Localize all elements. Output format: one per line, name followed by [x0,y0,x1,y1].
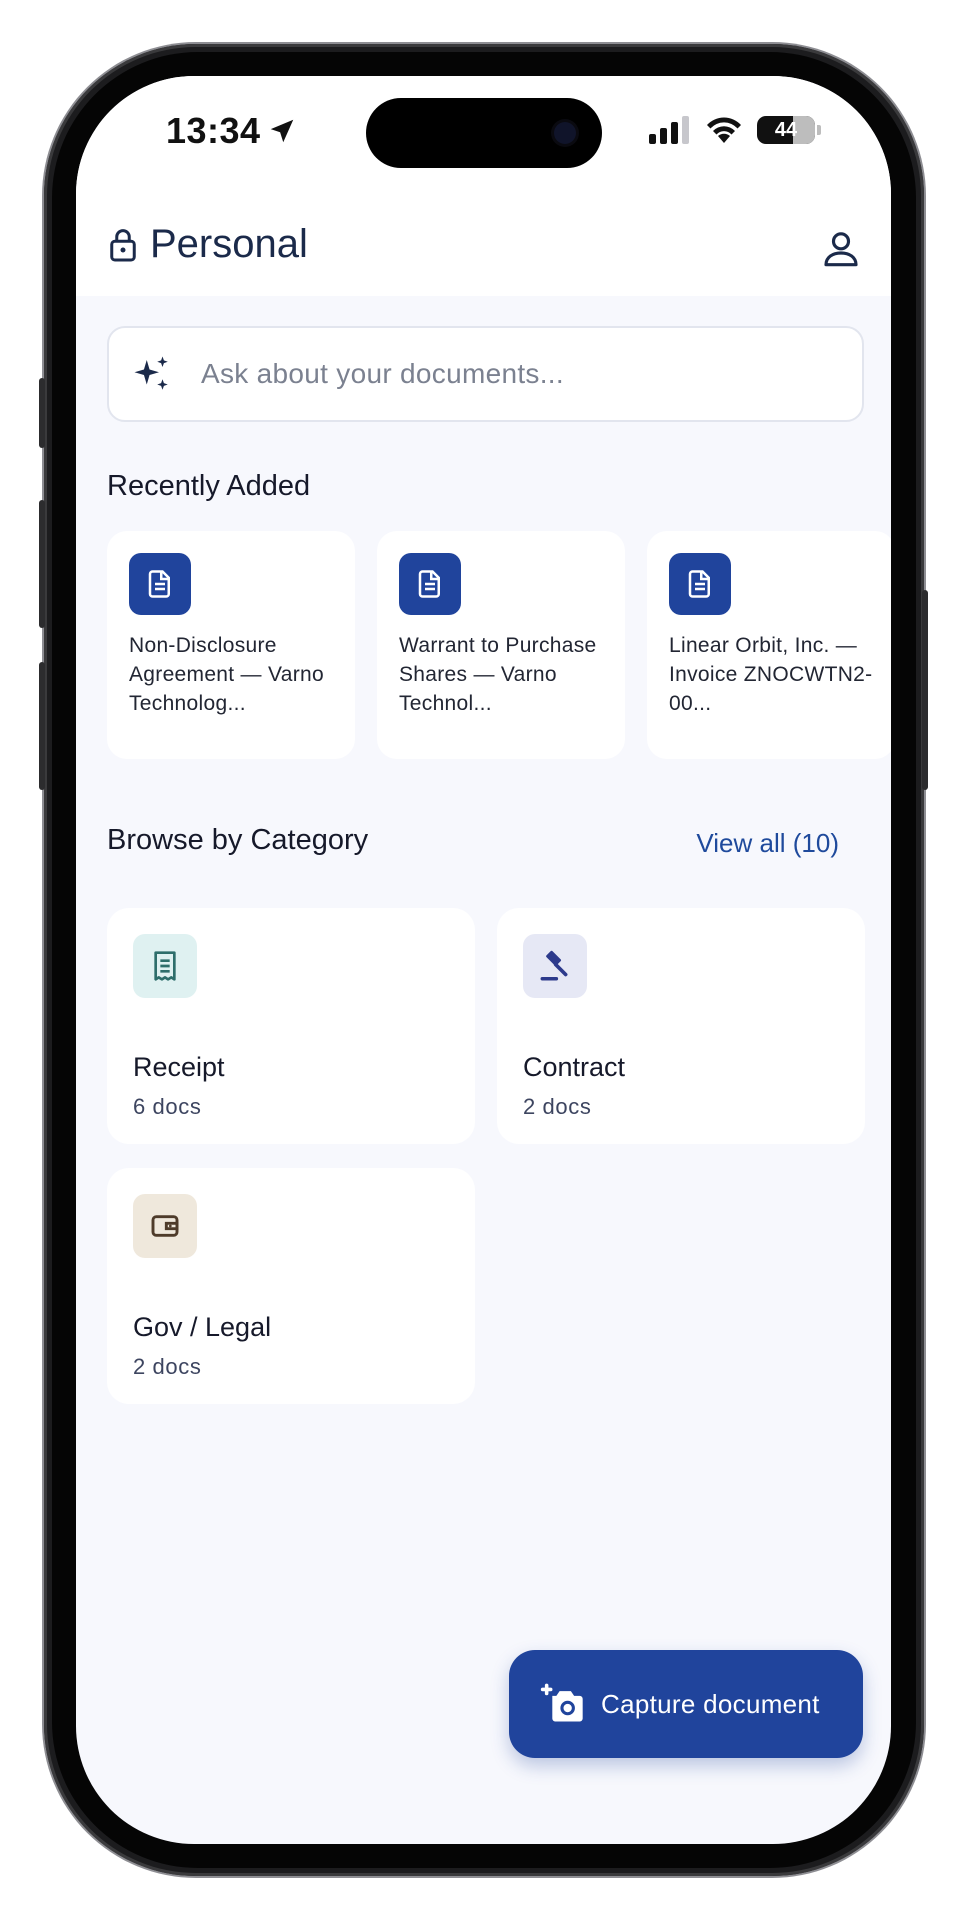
category-count: 6 docs [133,1094,202,1119]
category-card-gov-legal[interactable]: Gov / Legal 2 docs [107,1168,475,1404]
battery-level: 44 [774,118,798,141]
recently-added-heading: Recently Added [107,470,311,502]
recent-document-card[interactable]: Non-Disclosure Agreement — Varno Technol… [107,531,355,759]
recent-document-title: Non-Disclosure Agreement — Varno Technol… [129,634,324,715]
category-card-contract[interactable]: Contract 2 docs [497,908,865,1144]
app-header: Personal [76,204,891,296]
lock-icon [110,228,136,261]
category-name: Receipt [133,1052,225,1082]
category-count: 2 docs [133,1354,202,1379]
dynamic-island [366,98,602,168]
ask-documents-input[interactable]: Ask about your documents... [107,326,864,422]
app-screen: 13:34 44 Personal Ask about your documen… [76,76,891,1844]
sparkles-icon [134,356,168,390]
wallet-icon [133,1194,197,1258]
category-card-receipt[interactable]: Receipt 6 docs [107,908,475,1144]
time-text: 13:34 [166,110,261,151]
action-button [39,378,45,448]
battery-tip [817,125,821,135]
capture-document-button[interactable]: Capture document [509,1650,863,1758]
workspace-switcher[interactable]: Personal [108,222,308,267]
receipt-icon [133,934,197,998]
camera-add-icon [540,1683,583,1722]
gavel-icon [523,934,587,998]
cellular-signal-icon [649,116,689,144]
document-icon [669,553,731,615]
category-count: 2 docs [523,1094,592,1119]
recent-document-title: Linear Orbit, Inc. — Invoice ZNOCWTN2-00… [669,634,873,715]
document-icon [399,553,461,615]
recent-document-title: Warrant to Purchase Shares — Varno Techn… [399,634,597,715]
status-bar: 13:34 44 [76,76,891,204]
document-icon [129,553,191,615]
view-all-link[interactable]: View all (10) [696,828,839,859]
status-indicators: 44 [649,116,821,144]
recent-document-card[interactable]: Warrant to Purchase Shares — Varno Techn… [377,531,625,759]
volume-down-button [39,662,45,790]
category-name: Gov / Legal [133,1312,272,1342]
category-name: Contract [523,1052,626,1082]
status-time: 13:34 [166,110,297,152]
power-button [922,590,928,790]
location-arrow-icon [270,119,293,143]
volume-up-button [39,500,45,628]
battery-indicator: 44 [757,116,815,144]
browse-category-heading: Browse by Category [107,824,369,856]
capture-document-label: Capture document [601,1688,820,1719]
page-title: Personal [150,222,308,266]
recent-document-card[interactable]: Linear Orbit, Inc. — Invoice ZNOCWTN2-00… [647,531,891,759]
wifi-icon [707,117,741,143]
profile-icon[interactable] [821,228,861,268]
search-placeholder: Ask about your documents... [201,358,564,389]
